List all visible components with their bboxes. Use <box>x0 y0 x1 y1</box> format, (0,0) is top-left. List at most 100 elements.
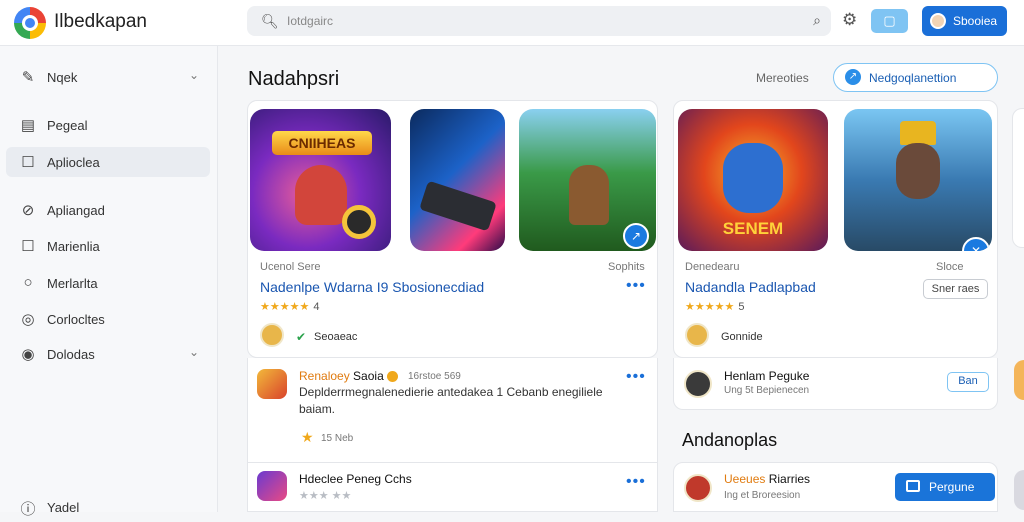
rating-stars: ★★★★★ <box>685 301 735 313</box>
game-character <box>896 143 940 199</box>
game-icon[interactable] <box>257 471 287 501</box>
more-options-icon[interactable]: ••• <box>626 473 646 491</box>
feed-item-meta: 16rstoe 569 <box>408 371 461 382</box>
rating-count: 15 Neb <box>321 433 354 444</box>
card-caption-right: Sophits <box>608 261 645 273</box>
sidebar-item-nqek[interactable]: ✎ Nqek ⌄ <box>0 62 218 92</box>
game-logo-text: CNIIHEAS <box>272 131 372 155</box>
table-icon: ▤ <box>20 117 36 134</box>
list-item-name: Riarries <box>768 472 811 486</box>
sidebar-item-marienlia[interactable]: ☐ Marienlia <box>0 231 218 261</box>
purchase-label: Pergune <box>929 480 975 494</box>
sidebar: ✎ Nqek ⌄ ▤ Pegeal ☐ Aplioclea ⊘ Aplianga… <box>0 46 218 518</box>
divider <box>248 462 658 463</box>
navigation-pill-button[interactable]: ↗ Nedgoqlanettion <box>833 63 998 92</box>
square-icon: ☐ <box>21 154 35 171</box>
next-card-peek[interactable] <box>1014 470 1024 510</box>
list-item-meta: Ing et Broreesion <box>724 490 801 501</box>
voice-search-icon[interactable]: ⌕ <box>813 12 821 29</box>
user-button[interactable]: Sbooiea <box>922 6 1007 36</box>
list-item-meta: Ung 5t Bepienecen <box>724 385 810 396</box>
game-icon[interactable] <box>257 369 287 399</box>
settings-icon[interactable]: ⚙ <box>842 10 857 30</box>
sidebar-item-merlarlta[interactable]: ○ Merlarlta <box>0 268 218 298</box>
sidebar-item-label: Apliangad <box>47 203 105 218</box>
play-icon: ◉ <box>21 346 35 363</box>
user-label: Sbooiea <box>953 14 998 28</box>
get-button[interactable]: Ban <box>947 372 989 392</box>
window-button[interactable]: ▢ <box>871 9 908 33</box>
activity-feed: Renaloey Saoia 16rstoe 569 ••• Deplderrm… <box>247 358 658 512</box>
list-item-title[interactable]: Henlam Peguke <box>724 369 809 383</box>
sidebar-item-dolodas[interactable]: ◉ Dolodas ⌄ <box>0 339 218 369</box>
tag-icon: ⊘ <box>21 202 35 219</box>
sidebar-item-yadel[interactable]: ⓘ Yadel <box>0 492 218 522</box>
game-device <box>419 180 497 232</box>
sidebar-item-aplioclea[interactable]: ☐ Aplioclea <box>6 147 210 177</box>
crown <box>900 121 936 145</box>
game-thumbnail[interactable]: ↗ <box>519 109 656 251</box>
compass-icon: ↗ <box>845 69 861 85</box>
next-card-peek[interactable] <box>1014 360 1024 400</box>
feed-item-body: Deplderrmegnalenedierie antedakea 1 Ceba… <box>299 385 603 416</box>
pill-label: Nedgoqlanettion <box>869 71 957 85</box>
open-button[interactable]: Sner raes <box>923 279 988 299</box>
sidebar-item-pegeal[interactable]: ▤ Pegeal <box>0 110 218 140</box>
rating-value: 5 <box>738 301 745 313</box>
sidebar-item-label: Dolodas <box>47 347 95 362</box>
pencil-icon: ✎ <box>21 69 35 86</box>
more-options-icon[interactable]: ••• <box>626 277 646 295</box>
next-card-peek[interactable] <box>1012 108 1024 248</box>
list-item-highlight: Ueeues <box>724 472 766 486</box>
verified-icon <box>386 371 398 383</box>
section-title: Andanoplas <box>682 430 778 450</box>
search-placeholder[interactable]: Iotdgairc <box>287 14 333 28</box>
game-thumbnail[interactable]: SENEM <box>678 109 828 251</box>
list-item-title[interactable]: Ueeues Riarries <box>724 472 810 486</box>
avatar <box>930 13 946 29</box>
developer-avatar <box>684 370 712 398</box>
search-bar[interactable]: 🔍︎ Iotdgairc ⌕ <box>247 6 831 36</box>
sidebar-item-apliangad[interactable]: ⊘ Apliangad <box>0 195 218 225</box>
close-icon[interactable]: ✕ <box>962 237 990 251</box>
rating-stars: ★★★ ★★ <box>299 490 352 502</box>
rating-value: 4 <box>313 301 320 313</box>
game-character <box>569 165 609 225</box>
developer-avatar <box>685 323 709 347</box>
game-character <box>295 165 347 225</box>
circle-icon: ○ <box>23 274 33 291</box>
game-wheel <box>342 205 376 239</box>
app-logo[interactable] <box>14 7 46 39</box>
developer-name[interactable]: Seoaeac <box>314 331 357 343</box>
star-icon: ★ <box>301 429 314 445</box>
app-title[interactable]: Nadenlpe Wdarna I9 Sbosionecdiad <box>260 279 484 295</box>
feed-item-title[interactable]: Renaloey Saoia <box>299 369 401 383</box>
chevron-down-icon[interactable]: ⌄ <box>189 345 199 359</box>
game-thumbnail[interactable]: CNIIHEAS <box>250 109 391 251</box>
developer-avatar <box>684 474 712 502</box>
square-icon: ☐ <box>21 238 35 255</box>
developer-name[interactable]: Gonnide <box>721 331 763 343</box>
share-icon[interactable]: ↗ <box>623 223 649 249</box>
sidebar-item-label: Nqek <box>47 70 78 85</box>
more-link[interactable]: Mereoties <box>756 71 809 85</box>
game-thumbnail[interactable]: ✕ <box>844 109 992 251</box>
sidebar-item-label: Yadel <box>47 500 80 515</box>
game-thumbnail[interactable] <box>410 109 505 251</box>
game-character <box>723 143 783 213</box>
app-title[interactable]: Nadandla Padlapbad <box>685 279 816 295</box>
top-bar: Ilbedkapan 🔍︎ Iotdgairc ⌕ ⚙ ▢ Sbooiea <box>0 0 1024 46</box>
chevron-down-icon[interactable]: ⌄ <box>189 68 199 82</box>
sidebar-item-label: Marienlia <box>47 239 100 254</box>
sidebar-item-label: Corlocltes <box>47 312 105 327</box>
featured-card-b[interactable]: SENEM ✕ Denedearu Sloce Nadandla Padlapb… <box>673 100 998 358</box>
developer-avatar <box>260 323 284 347</box>
feed-item-title[interactable]: Hdeclee Peneg Cchs <box>299 472 412 486</box>
verified-check-icon: ✔ <box>296 330 307 344</box>
sidebar-item-label: Merlarlta <box>47 276 98 291</box>
feed-item-highlight: Renaloey <box>299 369 350 383</box>
sidebar-item-corlocltes[interactable]: ◎ Corlocltes <box>0 304 218 334</box>
featured-card-a[interactable]: CNIIHEAS ↗ Ucenol Sere Sophits Nadenlpe … <box>247 100 658 358</box>
target-icon: ◎ <box>21 311 35 328</box>
purchase-button[interactable]: Pergune <box>895 473 995 501</box>
